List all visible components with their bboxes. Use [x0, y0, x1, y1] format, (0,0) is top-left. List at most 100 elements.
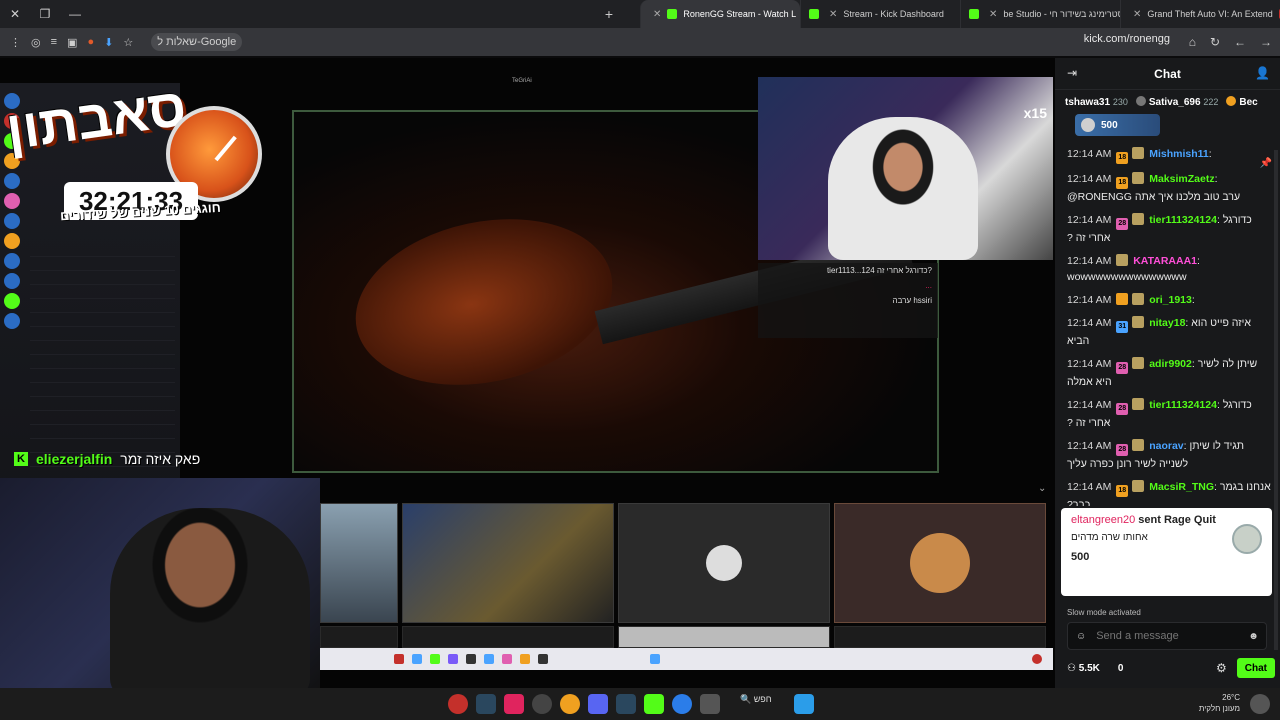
chat-footer: ⚇ 5.5K 0 ⚙ Chat — [1067, 658, 1275, 678]
download-icon[interactable]: ⬇ — [104, 36, 113, 49]
viewer-count: ⚇ 5.5K — [1067, 662, 1100, 674]
chat-message[interactable]: 12:14 AM 28 tier111324124: כדורגל אחרי ז… — [1067, 212, 1273, 246]
message-time: 12:14 AM — [1067, 317, 1112, 329]
chat-input[interactable] — [1096, 630, 1239, 642]
pinned-gift-amount: 500 — [1101, 119, 1118, 131]
discord-icon[interactable] — [588, 694, 608, 714]
slow-mode-notice: Slow mode activated — [1067, 608, 1141, 617]
chat-message[interactable]: 12:14 AM 28 adir9902: שיתן לה לשיר היא א… — [1067, 356, 1273, 390]
chat-message[interactable]: 12:14 AM 18 MacsiR_TNG: אנחנו בגמר כבר? — [1067, 479, 1273, 506]
taskbar-search[interactable]: 🔍 חפש — [740, 694, 774, 714]
gifter-badge-icon — [1132, 357, 1145, 369]
gifter-item[interactable]: Bec — [1226, 96, 1258, 108]
emoji-icon[interactable]: ☻ — [1248, 631, 1259, 642]
close-tab-icon[interactable]: ✕ — [989, 9, 997, 20]
google-ask-button[interactable]: שאלות ל-Google — [151, 33, 243, 51]
calculator-icon[interactable] — [700, 694, 720, 714]
call-tile — [834, 503, 1046, 623]
call-tiles-row2 — [320, 626, 1050, 648]
user-avatar — [910, 533, 970, 593]
rage-quit-icon — [1232, 524, 1262, 554]
close-window-icon[interactable]: ✕ — [0, 0, 30, 28]
reload-icon[interactable]: ↻ — [1210, 35, 1220, 49]
new-tab-button[interactable]: + — [600, 0, 618, 28]
message-username[interactable]: Mishmish11 — [1149, 148, 1209, 160]
extension-red-icon[interactable]: ● — [87, 36, 94, 48]
chat-message[interactable]: 12:14 AM 28 tier111324124: כדורגל אחרי ז… — [1067, 397, 1273, 431]
close-tab-icon[interactable]: ✕ — [1133, 9, 1141, 20]
pinned-gift-badge[interactable]: 500 — [1075, 114, 1160, 136]
chrome-icon[interactable] — [560, 694, 580, 714]
gifter-badge-icon — [1132, 480, 1145, 492]
maximize-window-icon[interactable]: ❐ — [30, 0, 60, 28]
home-icon[interactable]: ⌂ — [1189, 35, 1196, 49]
forward-icon[interactable]: → — [1260, 35, 1272, 49]
message-username[interactable]: naorav — [1149, 440, 1183, 452]
top-gifters: tshawa31 230 Sativa_696 222 Bec — [1055, 90, 1280, 108]
menu-dots-icon[interactable]: ⋮ — [10, 36, 21, 49]
steam-icon[interactable] — [616, 694, 636, 714]
emote-icon[interactable]: ☺ — [1076, 631, 1086, 642]
chat-message[interactable]: 12:14 AM 28 naorav: תגיד לו שיתן לשנייה … — [1067, 438, 1273, 472]
message-username[interactable]: tier111324124 — [1149, 214, 1217, 226]
message-time: 12:14 AM — [1067, 148, 1112, 160]
tab-ronengg[interactable]: ✕ RonenGG Stream - Watch L — [640, 0, 800, 28]
collapse-chat-icon[interactable]: ⇥ — [1067, 66, 1077, 80]
chat-scrollbar[interactable] — [1274, 150, 1278, 650]
chat-send-button[interactable]: Chat — [1236, 658, 1275, 678]
tab-title: Grand Theft Auto VI: An Extend — [1147, 9, 1273, 19]
settings-gear-icon[interactable]: ⚙ — [1216, 661, 1227, 675]
chat-message[interactable]: 12:14 AM ori_1913: — [1067, 292, 1273, 308]
obs-icon[interactable] — [532, 694, 552, 714]
weather-widget[interactable]: 26°C מעונן חלקית — [1199, 692, 1240, 714]
message-username[interactable]: MaksimZaetz — [1149, 173, 1214, 185]
tab-gta-vi[interactable]: ✕ Grand Theft Auto VI: An Extend — [1120, 0, 1280, 28]
chat-message[interactable]: 12:14 AM 18 MaksimZaetz: @RONENGG ערב טו… — [1067, 171, 1273, 205]
steam-icon[interactable] — [476, 694, 496, 714]
gifter-item[interactable]: Sativa_696 222 — [1135, 96, 1218, 108]
overlay-chat-line: hssiri ערבה — [892, 296, 932, 305]
puzzle-icon[interactable]: ▣ — [67, 36, 77, 49]
chat-sidebar: ⇥ Chat 👤 tshawa31 230 Sativa_696 222 Bec… — [1055, 58, 1280, 688]
reading-list-icon[interactable]: ≡ — [51, 36, 57, 48]
opera-icon[interactable] — [448, 694, 468, 714]
message-username[interactable]: MacsiR_TNG — [1149, 481, 1214, 493]
gifter-badge-icon — [1132, 439, 1145, 451]
message-time: 12:14 AM — [1067, 399, 1112, 411]
bookmark-star-icon[interactable]: ☆ — [123, 36, 133, 49]
message-username[interactable]: nitay18 — [1149, 317, 1185, 329]
tab-kick-dashboard[interactable]: ✕ Stream - Kick Dashboard — [800, 0, 960, 28]
overlay-chat-line: ?כדורגל אחרי זה tier1113...124 — [826, 266, 932, 275]
message-username[interactable]: KATARAAA1 — [1133, 255, 1197, 267]
extension-icon[interactable]: ◎ — [31, 36, 41, 49]
chat-message[interactable]: 12:14 AM 18 Mishmish11: — [1067, 146, 1273, 164]
stream-player[interactable]: סאבתון 32:21:33 חוגגים 10 שנים של שידורי… — [0, 58, 1055, 688]
gifter-item[interactable]: tshawa31 230 — [1065, 97, 1128, 108]
back-icon[interactable]: ← — [1234, 35, 1246, 49]
os-taskbar: 🔍 חפש 26°C מעונן חלקית — [0, 688, 1280, 720]
message-username[interactable]: tier111324124 — [1149, 399, 1217, 411]
chevron-down-icon[interactable]: ⌄ — [1038, 483, 1046, 494]
tab-strip: ✕ RonenGG Stream - Watch L ✕ Stream - Ki… — [640, 0, 1280, 28]
close-tab-icon[interactable]: ✕ — [829, 9, 837, 20]
call-tile — [320, 503, 398, 623]
message-username[interactable]: adir9902 — [1149, 358, 1192, 370]
chat-message[interactable]: 12:14 AM KATARAAA1: wowwwwwwwwwwwwww — [1067, 253, 1273, 285]
kick-favicon-icon — [809, 9, 819, 19]
edge-icon[interactable] — [672, 694, 692, 714]
live-icon[interactable] — [644, 694, 664, 714]
close-tab-icon[interactable]: ✕ — [653, 9, 661, 20]
pin-icon[interactable]: 📌 — [1260, 158, 1272, 169]
message-username[interactable]: ori_1913 — [1149, 294, 1192, 306]
tiktok-icon[interactable] — [504, 694, 524, 714]
address-bar[interactable]: kick.com/ronengg — [1084, 33, 1170, 45]
gift-card: eltangreen20 sent Rage Quit אחותו שרה מד… — [1061, 508, 1272, 596]
user-avatar-icon[interactable] — [1250, 694, 1270, 714]
chat-input-box[interactable]: ☺ ☻ — [1067, 622, 1267, 650]
users-icon[interactable]: 👤 — [1255, 66, 1270, 80]
minimize-window-icon[interactable]: — — [60, 0, 90, 28]
kick-logo-icon: K — [14, 452, 28, 466]
windows-start-icon[interactable] — [793, 694, 814, 714]
tab-youtube-studio[interactable]: ✕ סטרימינג בשידור חי - be Studio — [960, 0, 1120, 28]
chat-message[interactable]: 12:14 AM 31 nitay18: איזה פייט הוא הביא — [1067, 315, 1273, 349]
